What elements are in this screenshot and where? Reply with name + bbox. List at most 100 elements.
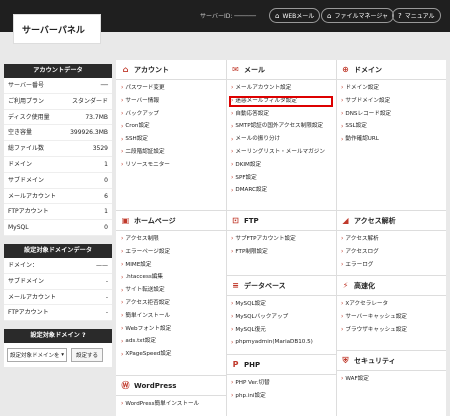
server-id: サーバーID: ────── <box>200 13 256 20</box>
mail-panel: ✉ メール › メールアカウント設定 › 迷惑メールフィルタ設定 › 自動応答設定 › S… <box>226 60 336 197</box>
menu-item[interactable]: › メーリングリスト・メールマガジン <box>231 146 336 159</box>
menu-item[interactable]: › Webフォント設定 <box>121 323 226 336</box>
access-analysis-panel: ◢ アクセス解析 › アクセス解析 › アクセスログ › エラーログ <box>336 211 446 271</box>
php-panel: P PHP › PHP Ver.切替 › php.ini設定 <box>226 355 336 403</box>
highlight-box <box>229 95 333 107</box>
account-row: 空き容量 399926.3MB <box>4 125 112 142</box>
menu-item[interactable]: › アクセス解析 <box>341 233 446 246</box>
menu-item[interactable]: › MySQL復元 <box>231 324 336 337</box>
set-domain-button[interactable]: 設定する <box>71 348 104 363</box>
menu-item[interactable]: › DMARC設定 <box>231 184 336 197</box>
database-icon: ≡ <box>232 280 239 290</box>
menu-item[interactable]: › サーバーキャッシュ設定 <box>341 311 446 324</box>
domain-row: サブドメイン - <box>4 274 112 290</box>
homepage-panel: ▣ ホームページ › アクセス制限 › エラーページ設定 › MIME設定 › .htac… <box>116 211 226 361</box>
menu-item[interactable]: › MySQLバックアップ <box>231 311 336 324</box>
menu-item[interactable]: › メールの振り分け <box>231 133 336 146</box>
menu-item[interactable]: › 二段階認証設定 <box>121 146 226 159</box>
menu-item[interactable]: › Xアクセラレータ <box>341 298 446 311</box>
menu-item[interactable]: › WordPress簡単インストール <box>121 398 226 411</box>
menu-item[interactable]: › ドメイン設定 <box>341 82 446 95</box>
menu-item[interactable]: › 自動応答設定 <box>231 108 336 121</box>
menu-item[interactable]: › 簡単インストール <box>121 310 226 323</box>
menu-item[interactable]: › ブラウザキャッシュ設定 <box>341 324 446 337</box>
menu-item[interactable]: › SSL設定 <box>341 120 446 133</box>
menu-item[interactable]: › リソースモニター <box>121 159 226 172</box>
menu-item[interactable]: › サイト転送設定 <box>121 284 226 297</box>
target-domain-select[interactable]: 設定対象ドメインを ▾ <box>7 348 67 363</box>
menu-item[interactable]: › SMTP認証の国外アクセス制限設定 <box>231 120 336 133</box>
menu-item[interactable]: › バックアップ <box>121 108 226 121</box>
help-icon[interactable]: ? <box>82 332 86 339</box>
menu-item[interactable]: › DKIM設定 <box>231 159 336 172</box>
globe-icon: ⊕ <box>342 64 349 74</box>
menu-item[interactable]: › phpmyadmin(MariaDB10.5) <box>231 336 336 349</box>
menu-item[interactable]: › パスワード変更 <box>121 82 226 95</box>
menu-item[interactable]: › SSH設定 <box>121 133 226 146</box>
menu-item[interactable]: › SPF設定 <box>231 172 336 185</box>
menu-item[interactable]: › エラーログ <box>341 259 446 272</box>
mail-icon: ✉ <box>232 64 239 74</box>
menu-item[interactable]: › DNSレコード設定 <box>341 108 446 121</box>
chart-icon: ◢ <box>342 215 349 225</box>
account-row: メールアカウント 6 <box>4 189 112 205</box>
account-row: ドメイン 1 <box>4 157 112 173</box>
browser-icon: ▣ <box>121 215 130 225</box>
menu-item[interactable]: › アクセスログ <box>341 246 446 259</box>
monitor-icon: ⊡ <box>232 215 239 225</box>
sidebar: アカウントデータ サーバー番号 ── ご利用プラン スタンダード ディスク使用量 73… <box>4 64 112 368</box>
menu-item[interactable]: › PHP Ver.切替 <box>231 377 336 390</box>
account-data-table: サーバー番号 ── ご利用プラン スタンダード ディスク使用量 73.7MB 空き容量… <box>4 78 112 236</box>
account-row: FTPアカウント 1 <box>4 204 112 221</box>
security-panel: ⛨ セキュリティ › WAF設定 <box>336 351 446 386</box>
home-icon: ⌂ <box>122 64 129 74</box>
logo[interactable]: サーバーパネル <box>13 14 101 44</box>
account-data-title: アカウントデータ <box>4 64 112 78</box>
home-icon: ⌂ <box>275 11 280 20</box>
menu-item[interactable]: › FTP制限設定 <box>231 246 336 259</box>
menu-item[interactable]: › サーバー情報 <box>121 95 226 108</box>
folder-icon: ⌂ <box>327 11 332 20</box>
php-icon: P <box>232 359 239 369</box>
menu-item[interactable]: › XPageSpeed設定 <box>121 348 226 361</box>
menu-item[interactable]: › ads.txt設定 <box>121 335 226 348</box>
domain-row: FTPアカウント - <box>4 305 112 322</box>
domain-panel: ⊕ ドメイン › ドメイン設定 › サブドメイン設定 › DNSレコード設定 › SSL設… <box>336 60 446 146</box>
menu-item[interactable]: › サブFTPアカウント設定 <box>231 233 336 246</box>
spam-filter-item[interactable]: › 迷惑メールフィルタ設定 <box>229 95 336 108</box>
account-row: 総ファイル数 3529 <box>4 141 112 157</box>
account-row: ご利用プラン スタンダード <box>4 94 112 110</box>
wordpress-icon: Ⓦ <box>121 380 130 390</box>
menu-item[interactable]: › php.ini設定 <box>231 390 336 403</box>
domain-row: ドメイン： —— <box>4 258 112 274</box>
domain-data-table: ドメイン： —— サブドメイン - メールアカウント - FTPアカウント - <box>4 257 112 322</box>
manual-button[interactable]: ? マニュアル <box>392 8 441 23</box>
target-domain-title: 設定対象ドメイン ? <box>4 329 112 344</box>
menu-item[interactable]: › 動作確認URL <box>341 133 446 146</box>
menu-item[interactable]: › エラーページ設定 <box>121 246 226 259</box>
lightning-icon: ⚡ <box>342 280 349 290</box>
menu-item[interactable]: › MySQL設定 <box>231 298 336 311</box>
account-row: サブドメイン 0 <box>4 173 112 189</box>
ftp-panel: ⊡ FTP › サブFTPアカウント設定 › FTP制限設定 <box>226 211 336 259</box>
chevron-down-icon: ▾ <box>61 352 64 359</box>
shield-icon: ⛨ <box>342 355 349 365</box>
database-panel: ≡ データベース › MySQL設定 › MySQLバックアップ › MySQL復元 ›… <box>226 276 336 349</box>
account-row: MySQL 0 <box>4 220 112 236</box>
help-icon: ? <box>398 11 402 20</box>
wordpress-panel: Ⓦ WordPress › WordPress簡単インストール <box>116 376 226 411</box>
menu-item[interactable]: › MIME設定 <box>121 259 226 272</box>
menu-item[interactable]: › Cron設定 <box>121 120 226 133</box>
menu-item[interactable]: › アクセス拒否設定 <box>121 297 226 310</box>
webmail-button[interactable]: ⌂ WEBメール <box>269 8 321 23</box>
domain-row: メールアカウント - <box>4 290 112 306</box>
menu-item[interactable]: › サブドメイン設定 <box>341 95 446 108</box>
menu-item[interactable]: › .htaccess編集 <box>121 271 226 284</box>
menu-item[interactable]: › メールアカウント設定 <box>231 82 336 95</box>
speed-panel: ⚡ 高速化 › Xアクセラレータ › サーバーキャッシュ設定 › ブラウザキャッシュ設定 <box>336 276 446 336</box>
account-row: ディスク使用量 73.7MB <box>4 110 112 126</box>
menu-item[interactable]: › アクセス制限 <box>121 233 226 246</box>
menu-item[interactable]: › WAF設定 <box>341 373 446 386</box>
domain-data-title: 設定対象ドメインデータ <box>4 243 112 258</box>
file-manager-button[interactable]: ⌂ ファイルマネージャ <box>321 8 395 23</box>
